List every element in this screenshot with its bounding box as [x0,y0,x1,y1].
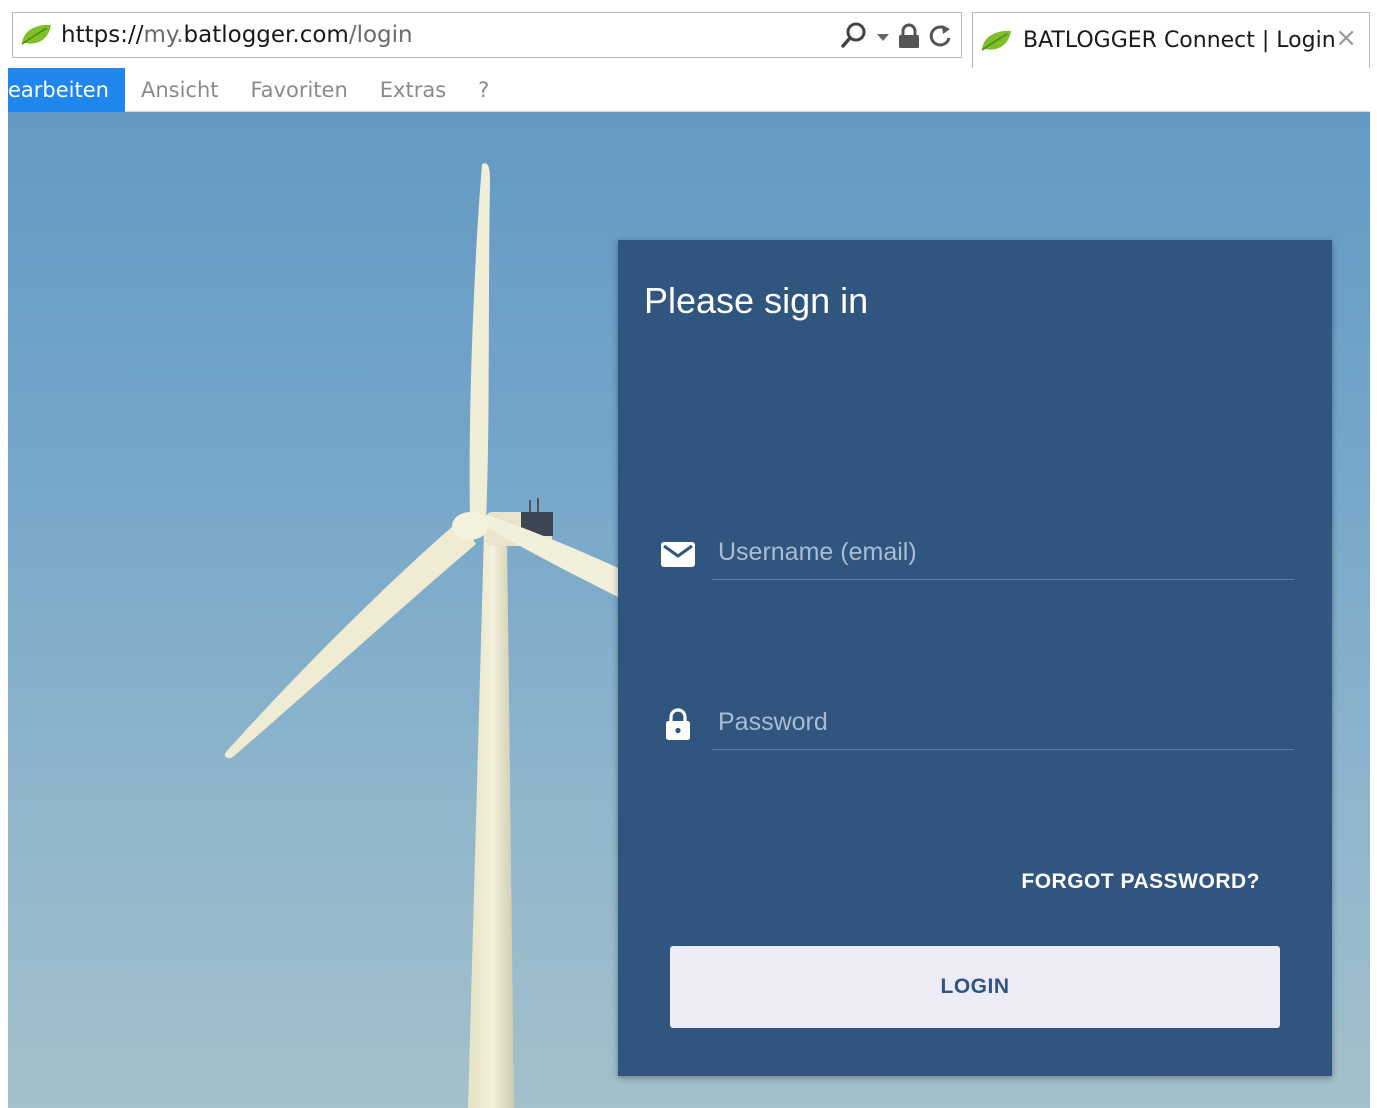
menu-bar: earbeiten Ansicht Favoriten Extras ? [8,67,1370,112]
lock-icon[interactable] [897,21,921,51]
menu-item-bearbeiten[interactable]: earbeiten [8,67,125,112]
menu-item-extras[interactable]: Extras [364,68,462,112]
password-field [660,696,1294,752]
login-button[interactable]: LOGIN [670,946,1280,1028]
url-path: /login [348,22,413,48]
tab-title: BATLOGGER Connect | Login [1023,28,1336,53]
refresh-icon[interactable] [927,21,953,51]
menu-item-favoriten[interactable]: Favoriten [235,68,364,112]
browser-tab[interactable]: BATLOGGER Connect | Login × [972,12,1370,68]
username-input[interactable] [712,526,1294,580]
url-subdomain: my. [143,22,184,48]
lock-icon [666,708,690,740]
tab-close-icon[interactable]: × [1335,25,1357,51]
url-scheme: https:// [61,22,144,48]
login-card: Please sign in FORGOT PASSWORD? LOGIN [618,240,1332,1076]
username-field [660,526,1294,582]
dropdown-arrow-icon[interactable] [875,21,891,51]
menu-item-ansicht[interactable]: Ansicht [125,68,235,112]
envelope-icon [661,542,695,567]
password-input[interactable] [712,696,1294,750]
url-text[interactable]: https://my.batlogger.com/login [61,22,413,48]
login-page: Please sign in FORGOT PASSWORD? LOGIN [8,112,1370,1108]
address-bar[interactable]: https://my.batlogger.com/login [12,12,962,58]
url-host: batlogger.com [183,22,349,48]
page-title: Please sign in [644,280,869,321]
menu-item-help[interactable]: ? [462,68,505,112]
leaf-favicon-icon [21,24,51,45]
search-icon[interactable] [839,21,869,51]
forgot-password-link[interactable]: FORGOT PASSWORD? [1021,870,1260,894]
leaf-favicon-icon [981,30,1011,51]
